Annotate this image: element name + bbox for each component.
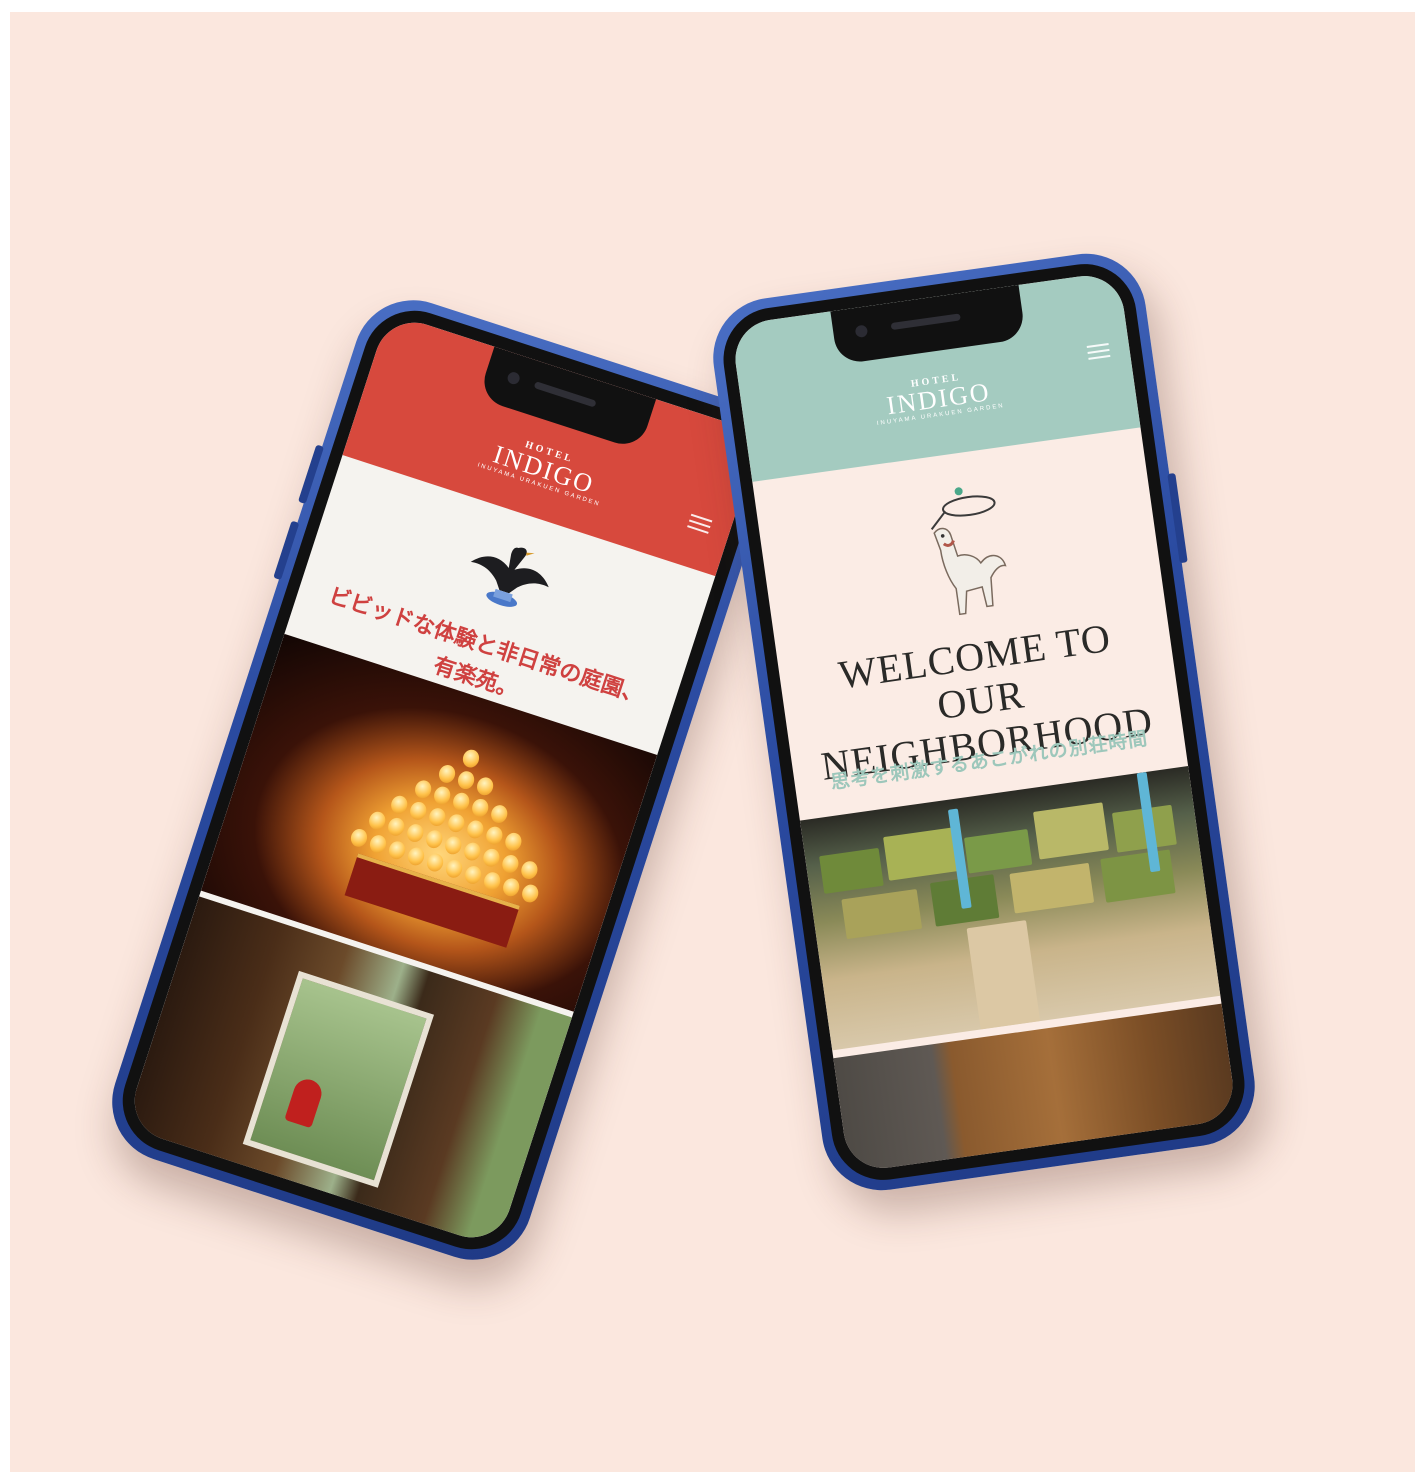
- hamburger-icon[interactable]: [1086, 342, 1111, 364]
- dog-with-net-illustration: [930, 487, 1007, 616]
- speaker-icon: [890, 313, 961, 331]
- cormorant-illustration: [470, 547, 549, 607]
- phone-mockup-left: HOTEL INDIGO INUYAMA URAKUEN GARDEN ビビッド…: [96, 284, 790, 1276]
- camera-icon: [854, 324, 869, 339]
- phone-screen: HOTEL INDIGO INUYAMA URAKUEN GARDEN WELC…: [730, 270, 1238, 1174]
- phone-mockup-right: HOTEL INDIGO INUYAMA URAKUEN GARDEN WELC…: [705, 246, 1263, 1198]
- mockup-canvas: HOTEL INDIGO INUYAMA URAKUEN GARDEN ビビッド…: [10, 12, 1415, 1472]
- speaker-icon: [533, 381, 597, 408]
- lounge-interior-photo[interactable]: [799, 766, 1221, 1051]
- garden-doorway: [242, 970, 435, 1188]
- camera-icon: [506, 370, 522, 386]
- hotel-indigo-logo[interactable]: HOTEL INDIGO INUYAMA URAKUEN GARDEN: [741, 348, 1135, 445]
